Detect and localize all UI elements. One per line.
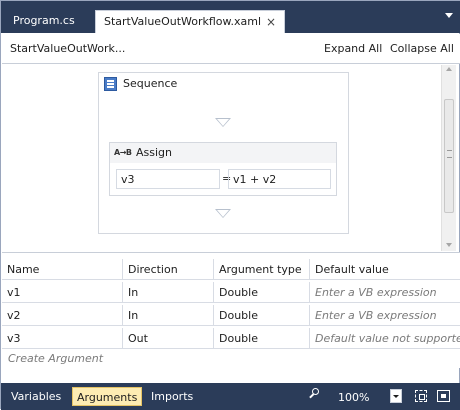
table-row[interactable]: v3 Out Double Default value not supporte… <box>2 328 460 349</box>
breadcrumb-bar: StartValueOutWork... Expand All Collapse… <box>2 34 460 64</box>
arguments-tab[interactable]: Arguments <box>72 387 143 406</box>
imports-tab[interactable]: Imports <box>147 387 197 406</box>
grid-header-row: Name Direction Argument type Default val… <box>2 259 460 280</box>
document-tab-strip: Program.cs StartValueOutWorkflow.xaml × <box>1 1 460 33</box>
zoom-icon[interactable] <box>309 388 319 398</box>
overview-icon[interactable] <box>437 390 450 402</box>
column-header-argument-type[interactable]: Argument type <box>214 259 310 280</box>
argument-type-cell[interactable]: Double <box>214 305 310 326</box>
variables-tab[interactable]: Variables <box>7 387 65 406</box>
assign-activity[interactable]: A→B Assign v3 = v1 + v2 <box>109 142 337 196</box>
sequence-label: Sequence <box>123 77 178 90</box>
sequence-header: Sequence <box>99 73 348 95</box>
assign-to-field[interactable]: v3 <box>116 169 220 189</box>
assign-header: A→B Assign <box>110 143 336 163</box>
argument-name-cell[interactable]: v3 <box>2 328 123 349</box>
column-header-default-value[interactable]: Default value <box>310 259 460 280</box>
tab-label: StartValueOutWorkflow.xaml <box>104 15 262 28</box>
fit-to-screen-icon[interactable] <box>415 390 427 402</box>
drop-target-arrow-icon[interactable] <box>215 118 231 127</box>
scroll-down-icon[interactable] <box>446 243 452 247</box>
scroll-thumb[interactable] <box>444 99 454 213</box>
tab-program-cs[interactable]: Program.cs <box>5 10 89 33</box>
close-icon[interactable]: × <box>266 11 276 33</box>
arguments-grid: Name Direction Argument type Default val… <box>2 252 460 368</box>
tab-startvalueoutworkflow[interactable]: StartValueOutWorkflow.xaml × <box>95 10 285 33</box>
workflow-designer-window: Program.cs StartValueOutWorkflow.xaml × … <box>0 0 460 410</box>
assign-value-field[interactable]: v1 + v2 <box>228 169 331 189</box>
table-row[interactable]: v2 In Double Enter a VB expression <box>2 305 460 326</box>
create-argument-link[interactable]: Create Argument <box>8 352 103 365</box>
argument-name-cell[interactable]: v1 <box>2 282 123 303</box>
argument-direction-cell[interactable]: Out <box>123 328 214 349</box>
vertical-scrollbar[interactable] <box>441 65 456 251</box>
argument-name-cell[interactable]: v2 <box>2 305 123 326</box>
designer-bottom-bar: Variables Arguments Imports 100% <box>1 383 460 410</box>
argument-type-cell[interactable]: Double <box>214 328 310 349</box>
collapse-all-link[interactable]: Collapse All <box>390 42 454 55</box>
argument-default-cell[interactable]: Enter a VB expression <box>310 282 460 303</box>
column-header-name[interactable]: Name <box>2 259 123 280</box>
zoom-dropdown-icon[interactable] <box>390 389 402 403</box>
tab-label: Program.cs <box>13 14 75 27</box>
argument-type-cell[interactable]: Double <box>214 282 310 303</box>
scroll-up-icon[interactable] <box>446 67 452 71</box>
argument-default-cell[interactable]: Default value not supported <box>310 328 460 349</box>
grip-icon <box>447 150 452 158</box>
drop-target-arrow-icon[interactable] <box>215 209 231 218</box>
argument-default-cell[interactable]: Enter a VB expression <box>310 305 460 326</box>
breadcrumb[interactable]: StartValueOutWork... <box>10 42 125 55</box>
assign-label: Assign <box>136 146 172 159</box>
argument-direction-cell[interactable]: In <box>123 305 214 326</box>
assign-icon: A→B <box>114 148 132 157</box>
column-header-direction[interactable]: Direction <box>123 259 214 280</box>
dropdown-icon[interactable] <box>445 13 453 18</box>
argument-direction-cell[interactable]: In <box>123 282 214 303</box>
sequence-icon <box>104 77 117 91</box>
zoom-level[interactable]: 100% <box>338 391 369 404</box>
table-row[interactable]: v1 In Double Enter a VB expression <box>2 282 460 303</box>
expand-all-link[interactable]: Expand All <box>324 42 382 55</box>
